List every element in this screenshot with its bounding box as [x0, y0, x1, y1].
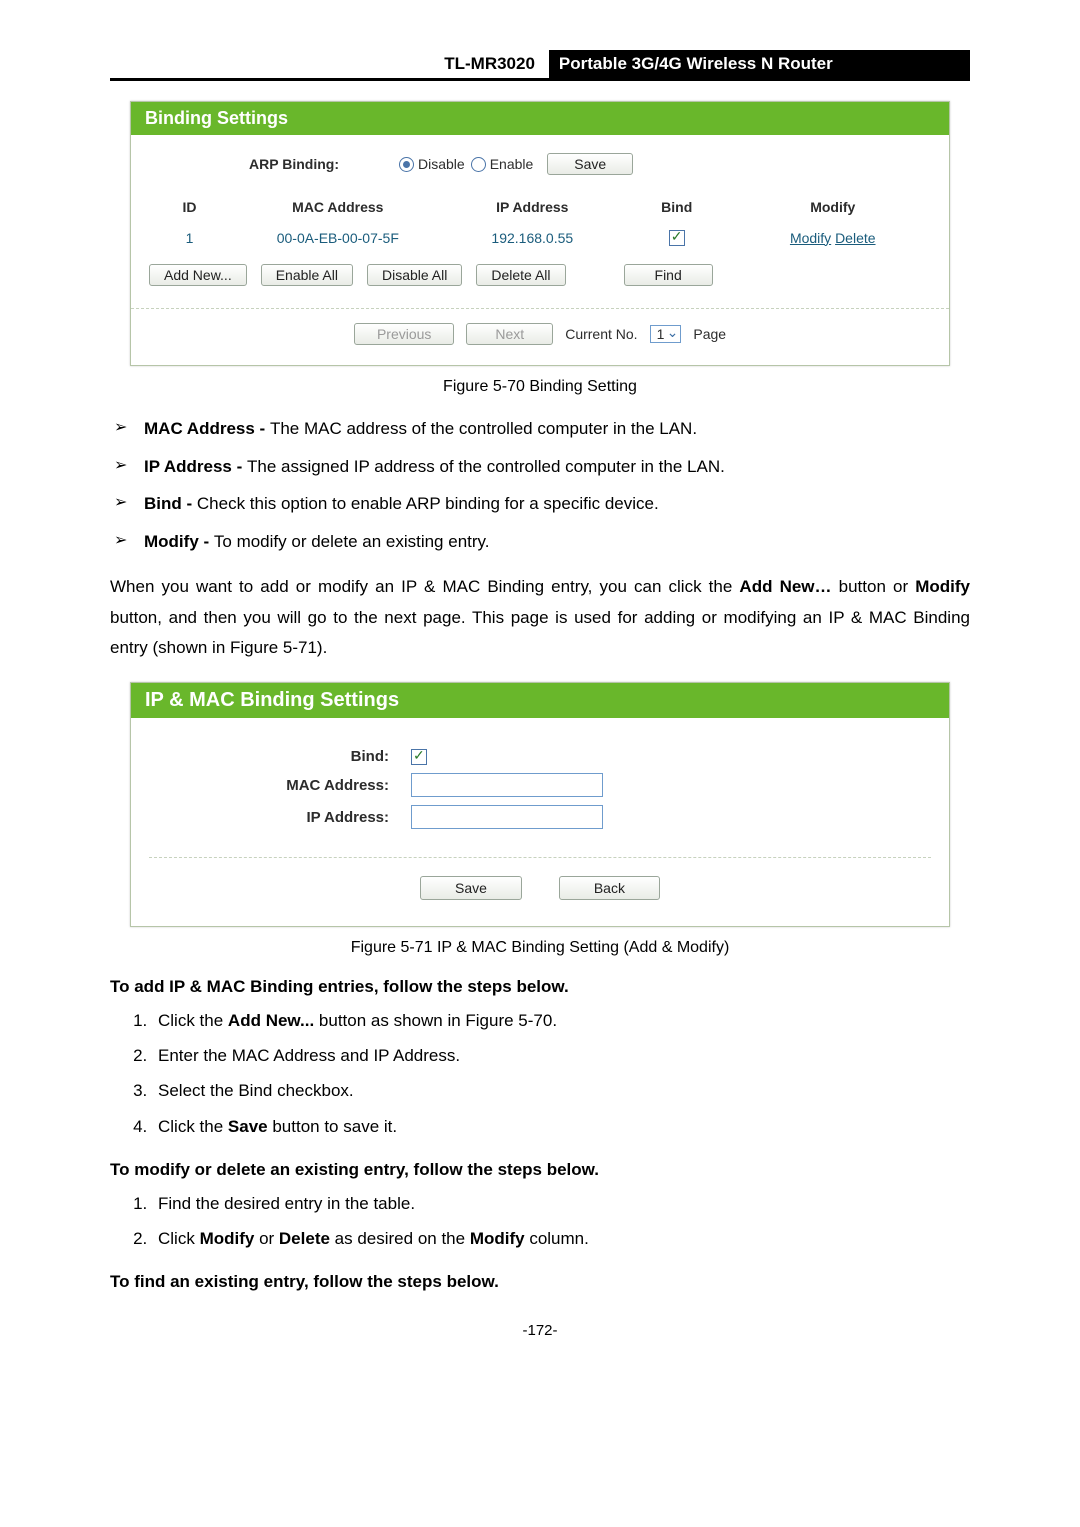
binding-settings-panel: Binding Settings ARP Binding: Disable En…	[130, 101, 950, 366]
model-number: TL-MR3020	[444, 50, 549, 78]
panel-title: IP & MAC Binding Settings	[131, 683, 949, 718]
page-select[interactable]: 1	[650, 325, 682, 343]
figure-caption-2: Figure 5-71 IP & MAC Binding Setting (Ad…	[110, 939, 970, 957]
back-button[interactable]: Back	[559, 876, 660, 900]
col-id: ID	[151, 193, 228, 221]
list-item: Enter the MAC Address and IP Address.	[152, 1038, 970, 1073]
bind-label: Bind:	[149, 748, 411, 765]
document-header: TL-MR3020 Portable 3G/4G Wireless N Rout…	[110, 50, 970, 81]
instruction-paragraph: When you want to add or modify an IP & M…	[110, 572, 970, 664]
modify-delete-heading: To modify or delete an existing entry, f…	[110, 1160, 970, 1180]
enable-label: Enable	[490, 156, 534, 172]
field-description-list: MAC Address - The MAC address of the con…	[110, 416, 970, 554]
page-number: -172-	[110, 1322, 970, 1339]
cell-ip: 192.168.0.55	[448, 223, 617, 252]
figure-caption-1: Figure 5-70 Binding Setting	[110, 378, 970, 396]
find-entry-heading: To find an existing entry, follow the st…	[110, 1272, 970, 1292]
list-item: Click the Add New... button as shown in …	[152, 1003, 970, 1038]
next-button[interactable]: Next	[466, 323, 553, 345]
ip-address-label: IP Address:	[149, 809, 411, 826]
mac-address-label: MAC Address:	[149, 777, 411, 794]
page-label: Page	[693, 326, 726, 342]
list-item: Find the desired entry in the table.	[152, 1186, 970, 1221]
list-item: Bind - Check this option to enable ARP b…	[110, 491, 970, 517]
list-item: MAC Address - The MAC address of the con…	[110, 416, 970, 442]
cell-id: 1	[151, 223, 228, 252]
binding-table: ID MAC Address IP Address Bind Modify 1 …	[149, 191, 931, 254]
bind-checkbox[interactable]	[411, 749, 427, 765]
enable-all-button[interactable]: Enable All	[261, 264, 353, 286]
mac-address-input[interactable]	[411, 773, 603, 797]
cell-bind	[619, 223, 735, 252]
previous-button[interactable]: Previous	[354, 323, 454, 345]
ip-mac-binding-panel: IP & MAC Binding Settings Bind: MAC Addr…	[130, 682, 950, 927]
list-item: Click Modify or Delete as desired on the…	[152, 1221, 970, 1256]
save-button[interactable]: Save	[547, 153, 633, 175]
cell-mac: 00-0A-EB-00-07-5F	[230, 223, 446, 252]
list-item: Modify - To modify or delete an existing…	[110, 529, 970, 555]
col-ip: IP Address	[448, 193, 617, 221]
ip-address-input[interactable]	[411, 805, 603, 829]
save-button[interactable]: Save	[420, 876, 522, 900]
modify-link[interactable]: Modify	[790, 230, 831, 246]
disable-label: Disable	[418, 156, 465, 172]
col-modify: Modify	[736, 193, 929, 221]
current-no-label: Current No.	[565, 326, 637, 342]
delete-all-button[interactable]: Delete All	[476, 264, 565, 286]
col-bind: Bind	[619, 193, 735, 221]
list-item: IP Address - The assigned IP address of …	[110, 454, 970, 480]
panel-title: Binding Settings	[131, 102, 949, 135]
list-item: Select the Bind checkbox.	[152, 1073, 970, 1108]
modify-steps-list: Find the desired entry in the table. Cli…	[110, 1186, 970, 1256]
arp-enable-radio[interactable]	[471, 157, 486, 172]
list-item: Click the Save button to save it.	[152, 1109, 970, 1144]
add-steps-list: Click the Add New... button as shown in …	[110, 1003, 970, 1144]
product-title: Portable 3G/4G Wireless N Router	[549, 50, 970, 78]
find-button[interactable]: Find	[624, 264, 713, 286]
delete-link[interactable]: Delete	[835, 230, 875, 246]
add-new-button[interactable]: Add New...	[149, 264, 247, 286]
disable-all-button[interactable]: Disable All	[367, 264, 462, 286]
bind-checkbox[interactable]	[669, 230, 685, 246]
add-entries-heading: To add IP & MAC Binding entries, follow …	[110, 977, 970, 997]
arp-disable-radio[interactable]	[399, 157, 414, 172]
table-row: 1 00-0A-EB-00-07-5F 192.168.0.55 Modify …	[151, 223, 929, 252]
arp-binding-label: ARP Binding:	[149, 156, 399, 172]
col-mac: MAC Address	[230, 193, 446, 221]
cell-modify: Modify Delete	[736, 223, 929, 252]
